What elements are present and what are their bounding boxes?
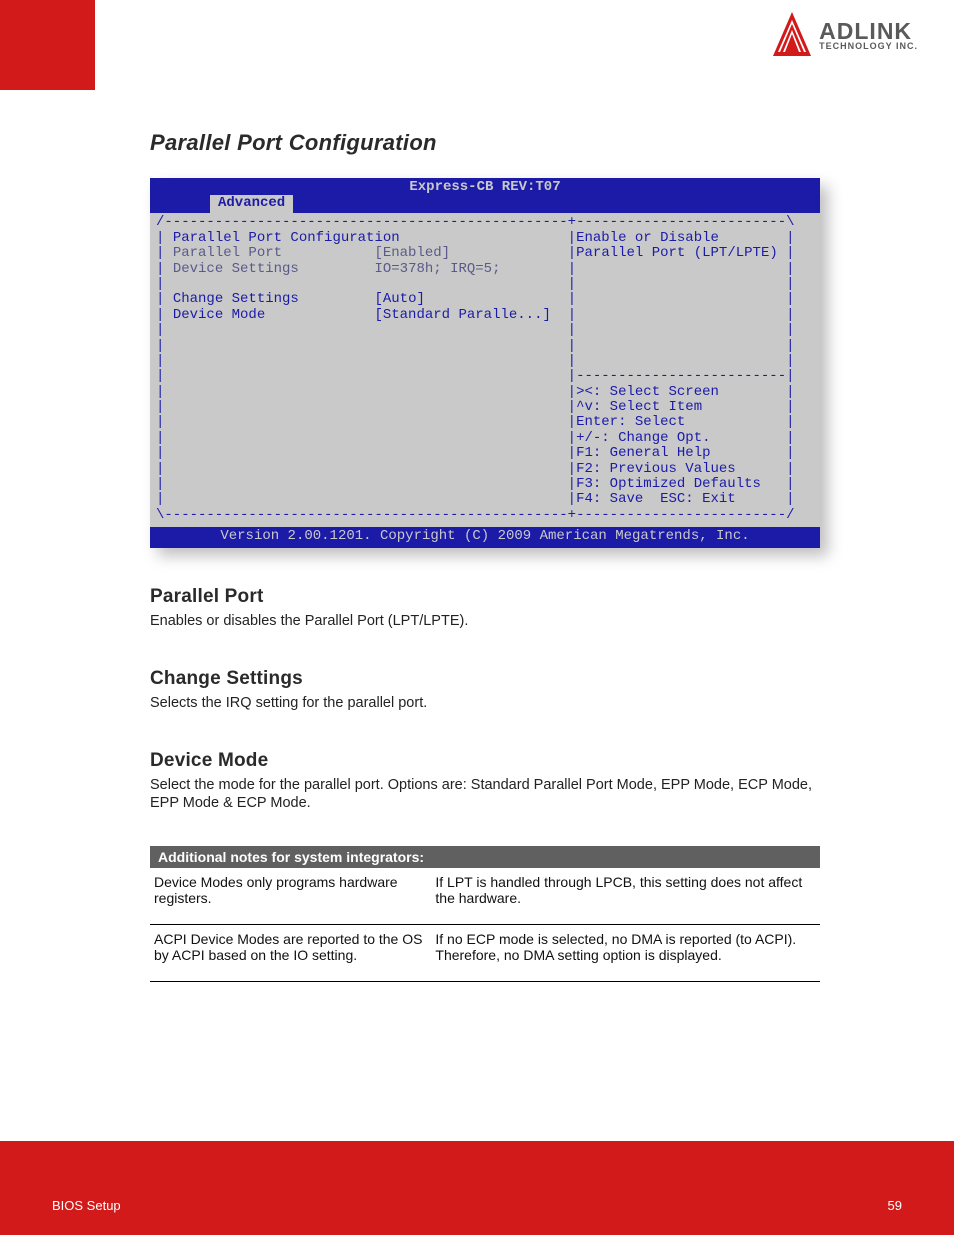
bios-row-mode-label: Device Mode xyxy=(173,307,265,323)
subsection-change-settings: Change Settings Selects the IRQ setting … xyxy=(150,668,820,712)
bios-row-change-value: [Auto] xyxy=(374,291,424,307)
bios-nav-6: F2: Previous Values xyxy=(576,461,736,477)
bios-nav-8: F4: Save ESC: Exit xyxy=(576,491,736,507)
notes-head: Additional notes for system integrators: xyxy=(150,846,820,868)
logo-mark-icon xyxy=(771,12,813,60)
notes-r1a: Device Modes only programs hardware regi… xyxy=(154,874,398,906)
table-row: ACPI Device Modes are reported to the OS… xyxy=(150,925,820,982)
bios-nav-7: F3: Optimized Defaults xyxy=(576,476,761,492)
bios-title: Express-CB REV:T07 xyxy=(150,178,820,195)
bios-row-devset-value: IO=378h; IRQ=5; xyxy=(374,261,500,277)
bios-row-mode-value: [Standard Paralle...] xyxy=(374,307,550,323)
sub-body-change-settings: Selects the IRQ setting for the parallel… xyxy=(150,694,820,712)
bios-row-devset-label: Device Settings xyxy=(173,261,299,277)
sub-title-parallel-port: Parallel Port xyxy=(150,586,820,608)
sub-title-device-mode: Device Mode xyxy=(150,750,820,772)
bios-nav-3: Enter: Select xyxy=(576,414,685,430)
bios-nav-5: F1: General Help xyxy=(576,445,710,461)
subsection-device-mode: Device Mode Select the mode for the para… xyxy=(150,750,820,812)
bios-row-parallel-label: Parallel Port xyxy=(173,245,282,261)
bios-body: /---------------------------------------… xyxy=(150,213,820,527)
notes-r1b: If LPT is handled through LPCB, this set… xyxy=(435,874,802,906)
bios-row-change-label: Change Settings xyxy=(173,291,299,307)
bios-nav-1: ><: Select Screen xyxy=(576,384,719,400)
brand-tagline: TECHNOLOGY INC. xyxy=(819,41,918,51)
bios-heading: Parallel Port Configuration xyxy=(173,230,400,246)
bios-nav-4: +/-: Change Opt. xyxy=(576,430,710,446)
sub-body-parallel-port: Enables or disables the Parallel Port (L… xyxy=(150,612,820,630)
bios-help-1: Enable or Disable xyxy=(576,230,719,246)
notes-r2a: ACPI Device Modes are reported to the OS… xyxy=(154,931,422,963)
section-title: Parallel Port Configuration xyxy=(150,130,820,156)
page-content: Parallel Port Configuration Express-CB R… xyxy=(150,130,820,982)
notes-table: Additional notes for system integrators:… xyxy=(150,846,820,982)
notes-r2b: If no ECP mode is selected, no DMA is re… xyxy=(435,931,796,963)
logo-text: ADLINK TECHNOLOGY INC. xyxy=(819,21,918,52)
corner-accent xyxy=(0,0,95,90)
bios-screenshot: Express-CB REV:T07 Advanced /-----------… xyxy=(150,178,820,548)
bios-row-parallel-value: [Enabled] xyxy=(374,245,450,261)
sub-title-change-settings: Change Settings xyxy=(150,668,820,690)
brand-name: ADLINK xyxy=(819,21,918,42)
sub-body-device-mode: Select the mode for the parallel port. O… xyxy=(150,776,820,812)
bios-tab-advanced: Advanced xyxy=(210,195,293,212)
footer-right: 59 xyxy=(888,1198,902,1213)
table-row: Device Modes only programs hardware regi… xyxy=(150,868,820,925)
bios-nav-2: ^v: Select Item xyxy=(576,399,702,415)
bios-footer: Version 2.00.1201. Copyright (C) 2009 Am… xyxy=(150,527,820,547)
bios-tab-bar: Advanced xyxy=(150,195,820,213)
footer-left: BIOS Setup xyxy=(52,1198,121,1213)
subsection-parallel-port: Parallel Port Enables or disables the Pa… xyxy=(150,586,820,630)
page-footer: BIOS Setup 59 xyxy=(0,1141,954,1235)
bios-help-2: Parallel Port (LPT/LPTE) xyxy=(576,245,778,261)
brand-logo: ADLINK TECHNOLOGY INC. xyxy=(771,12,918,60)
